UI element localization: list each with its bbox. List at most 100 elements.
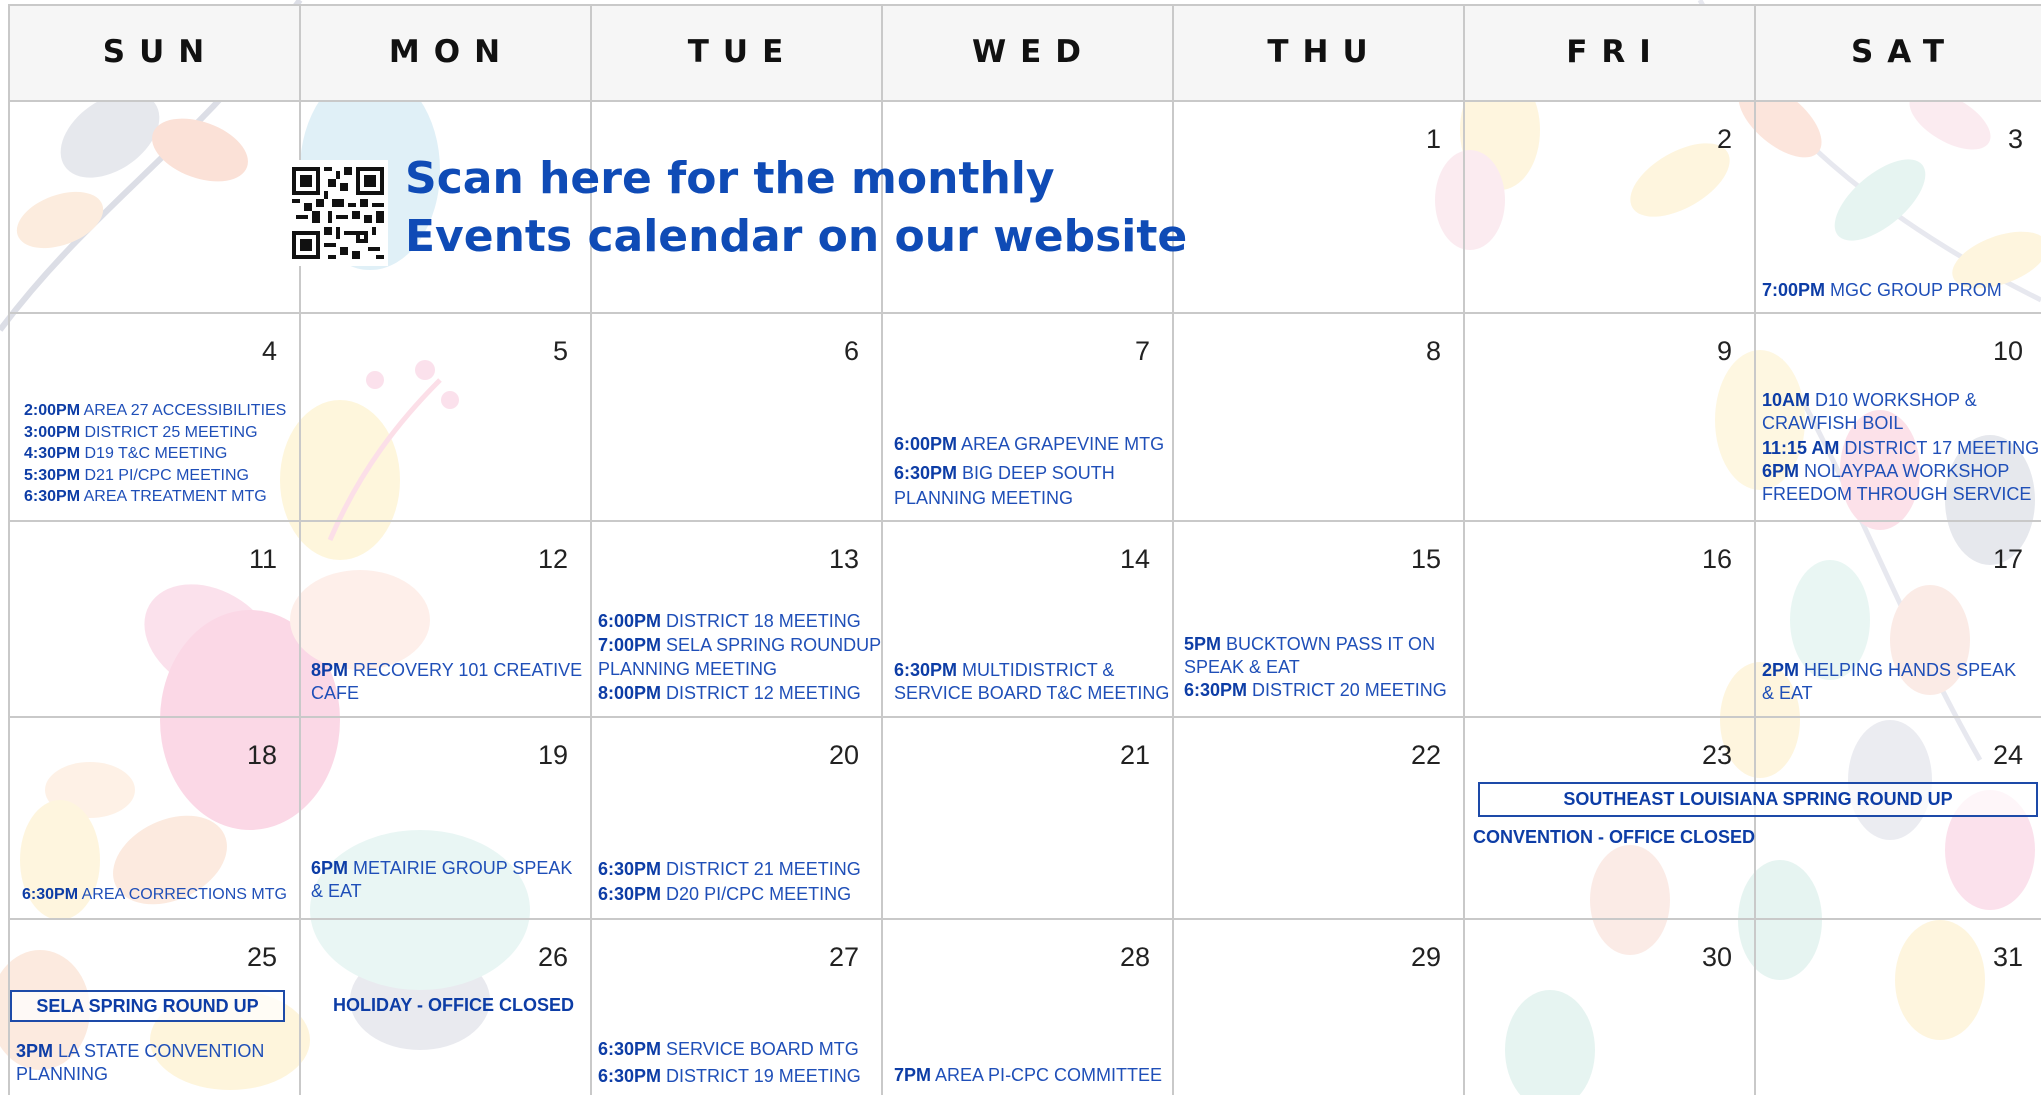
promo-text: Scan here for the monthly Events calenda… — [405, 150, 1187, 266]
event-day-20: 6:30PM DISTRICT 21 MEETING 6:30PM D20 PI… — [598, 857, 861, 907]
event-line: 7:00PM SELA SPRING ROUNDUP — [598, 635, 882, 655]
event-line: 6:30PM MULTIDISTRICT & — [894, 660, 1115, 680]
qr-code-icon — [288, 160, 388, 266]
weekday-mon: MON — [388, 34, 515, 70]
weekday-fri: FRI — [1566, 34, 1665, 70]
event-day-7: 6:00PM AREA GRAPEVINE MTG 6:30PM BIG DEE… — [894, 432, 1164, 511]
event-line: & EAT — [1762, 683, 1813, 703]
event-line: 6:00PM AREA GRAPEVINE MTG — [894, 434, 1165, 454]
day-number: 25 — [246, 942, 277, 972]
event-line: 6:00PM DISTRICT 18 MEETING — [598, 611, 861, 631]
day-number: 7 — [1134, 336, 1150, 366]
day-number: 20 — [828, 740, 859, 770]
weekday-sun: SUN — [102, 34, 219, 70]
day-number: 23 — [1701, 740, 1732, 770]
weekday-wed: WED — [971, 34, 1096, 70]
event-line: 10AM D10 WORKSHOP & — [1762, 390, 1977, 410]
day-number: 24 — [1992, 740, 2023, 770]
event-day-13: 6:00PM DISTRICT 18 MEETING 7:00PM SELA S… — [598, 609, 881, 705]
day-number: 5 — [552, 336, 568, 366]
event-line: CRAWFISH BOIL — [1762, 413, 1904, 433]
grid-line — [8, 4, 10, 1095]
day-number: 6 — [843, 336, 859, 366]
event-line: 5:30PM D21 PI/CPC MEETING — [24, 466, 249, 484]
grid-line — [8, 520, 2041, 522]
event-line: 8:00PM DISTRICT 12 MEETING — [598, 683, 861, 703]
event-day-4: 2:00PM AREA 27 ACCESSIBILITIES 3:00PM DI… — [24, 400, 286, 508]
day-number: 31 — [1992, 942, 2023, 972]
event-day-28: 7PM AREA PI-CPC COMMITTEE — [894, 1064, 1162, 1087]
event-day-12: 8PM RECOVERY 101 CREATIVE CAFE — [311, 659, 582, 705]
event-line: 2PM HELPING HANDS SPEAK — [1762, 660, 2017, 680]
event-day-18: 6:30PM AREA CORRECTIONS MTG — [22, 884, 287, 906]
grid-line — [8, 312, 2041, 314]
weekday-thu: THU — [1267, 34, 1382, 70]
event-line: SPEAK & EAT — [1184, 657, 1300, 677]
event-line: 6:30PM AREA CORRECTIONS MTG — [22, 886, 287, 903]
event-line: FREEDOM THROUGH SERVICE — [1762, 484, 2032, 504]
event-line: 3PM LA STATE CONVENTION — [16, 1041, 265, 1061]
day-number: 11 — [248, 544, 277, 574]
grid-line — [1754, 4, 1756, 1095]
sela-convention-banner: SOUTHEAST LOUISIANA SPRING ROUND UP — [1478, 782, 2038, 817]
day-number: 2 — [1716, 124, 1732, 154]
grid-line — [8, 100, 2041, 102]
day-number: 28 — [1119, 942, 1150, 972]
day-number: 9 — [1716, 336, 1732, 366]
event-line: & EAT — [311, 881, 362, 901]
event-line: 2:00PM AREA 27 ACCESSIBILITIES — [24, 402, 287, 419]
day-number: 15 — [1410, 544, 1441, 574]
event-day-10: 10AM D10 WORKSHOP & CRAWFISH BOIL 11:15 … — [1762, 389, 2039, 506]
day-number: 8 — [1425, 336, 1441, 366]
day-number: 21 — [1119, 740, 1150, 770]
event-line: PLANNING MEETING — [598, 659, 778, 679]
day-number: 30 — [1701, 942, 1732, 972]
event-line: 3:00PM DISTRICT 25 MEETING — [24, 423, 258, 441]
day-number: 3 — [2007, 124, 2023, 154]
event-day-27: 6:30PM SERVICE BOARD MTG 6:30PM DISTRICT… — [598, 1036, 861, 1090]
event-line: 11:15 AM DISTRICT 17 MEETING — [1762, 438, 2040, 458]
event-day-25: 3PM LA STATE CONVENTION PLANNING — [16, 1040, 264, 1086]
event-line: 6PM METAIRIE GROUP SPEAK — [311, 858, 573, 878]
event-line: 5PM BUCKTOWN PASS IT ON — [1184, 634, 1436, 654]
event-line: 7PM AREA PI-CPC COMMITTEE — [894, 1065, 1163, 1085]
convention-closed-label: CONVENTION - OFFICE CLOSED — [1473, 827, 1756, 847]
grid-line — [8, 918, 2041, 920]
weekday-sat: SAT — [1850, 34, 1959, 70]
day-number: 12 — [537, 544, 568, 574]
holiday-closed-label: HOLIDAY - OFFICE CLOSED — [333, 995, 575, 1015]
day-number: 18 — [246, 740, 277, 770]
sela-spring-banner: SELA SPRING ROUND UP — [10, 990, 285, 1022]
event-line: PLANNING MEETING — [894, 488, 1074, 508]
event-line: 6PM NOLAYPAA WORKSHOP — [1762, 461, 2010, 481]
day-number: 1 — [1425, 124, 1441, 154]
day-number: 13 — [828, 544, 859, 574]
calendar: SUN MON TUE WED THU FRI SAT Scan here fo… — [0, 0, 2041, 1095]
day-number: 16 — [1701, 544, 1732, 574]
day-number: 10 — [1992, 336, 2023, 366]
event-day-14: 6:30PM MULTIDISTRICT & SERVICE BOARD T&C… — [894, 659, 1169, 705]
day-number: 29 — [1410, 942, 1441, 972]
event-day-15: 5PM BUCKTOWN PASS IT ON SPEAK & EAT 6:30… — [1184, 633, 1447, 702]
event-day-19: 6PM METAIRIE GROUP SPEAK & EAT — [311, 857, 572, 903]
event-line: CAFE — [311, 683, 360, 703]
event-line: 6:30PM DISTRICT 19 MEETING — [598, 1066, 861, 1086]
day-number: 27 — [828, 942, 859, 972]
event-day-3: 7:00PM MGC GROUP PROM — [1762, 279, 2002, 302]
day-number: 26 — [537, 942, 568, 972]
promo-line-2: Events calendar on our website — [405, 211, 1188, 262]
event-day-17: 2PM HELPING HANDS SPEAK & EAT — [1762, 659, 2016, 705]
weekday-tue: TUE — [687, 34, 798, 70]
day-number: 22 — [1410, 740, 1441, 770]
event-line: 6:30PM DISTRICT 20 MEETING — [1184, 680, 1447, 700]
event-line: 6:30PM SERVICE BOARD MTG — [598, 1039, 859, 1059]
day-number: 19 — [537, 740, 568, 770]
event-line: 4:30PM D19 T&C MEETING — [24, 445, 228, 462]
event-line: 6:30PM DISTRICT 21 MEETING — [598, 859, 861, 879]
promo-line-1: Scan here for the monthly — [405, 153, 1055, 204]
grid-line — [8, 4, 2041, 6]
day-number: 14 — [1119, 544, 1150, 574]
event-line: 6:30PM BIG DEEP SOUTH — [894, 463, 1115, 483]
event-line: SERVICE BOARD T&C MEETING — [894, 683, 1170, 703]
event-line: 7:00PM MGC GROUP PROM — [1762, 280, 2002, 300]
